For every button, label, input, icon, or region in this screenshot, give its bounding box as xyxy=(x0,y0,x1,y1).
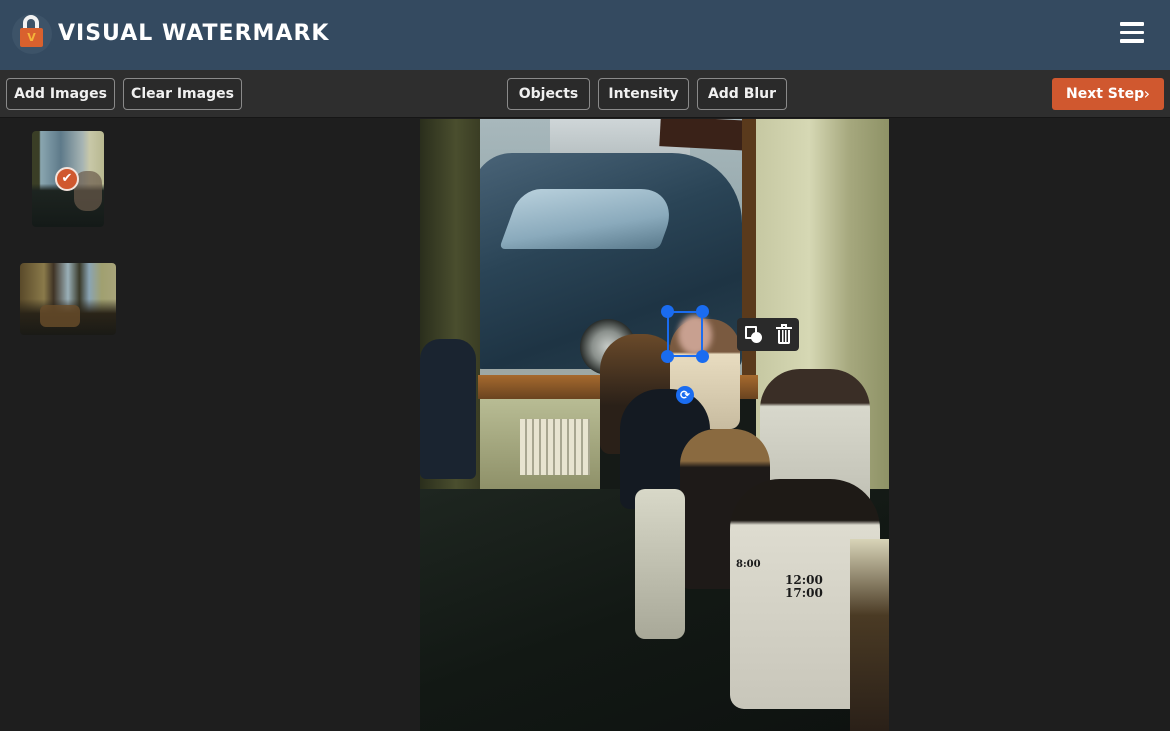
add-images-button[interactable]: Add Images xyxy=(6,78,115,110)
padlock-body: V xyxy=(20,28,43,47)
next-step-button[interactable]: Next Step › xyxy=(1052,78,1164,110)
photo-jacket xyxy=(635,489,685,639)
resize-handle-top-right[interactable] xyxy=(696,305,709,318)
photo-car-windshield xyxy=(499,189,681,249)
image-thumbnail[interactable] xyxy=(20,263,116,335)
shirt-line: 17:00 xyxy=(785,586,823,600)
chevron-right-icon: › xyxy=(1143,84,1150,103)
rotate-icon[interactable]: ⟳ xyxy=(676,386,694,404)
trash-icon[interactable] xyxy=(768,318,799,351)
photo-hanging-coat xyxy=(420,339,476,479)
intensity-button[interactable]: Intensity xyxy=(598,78,689,110)
padlock-logo-icon: V xyxy=(12,14,52,54)
clear-images-button[interactable]: Clear Images xyxy=(123,78,242,110)
thumbnail-content xyxy=(40,305,80,327)
menu-line xyxy=(1120,39,1144,43)
menu-line xyxy=(1120,22,1144,26)
resize-handle-bottom-right[interactable] xyxy=(696,350,709,363)
resize-handle-top-left[interactable] xyxy=(661,305,674,318)
photo-shirt-text: 8:00 xyxy=(736,559,761,570)
next-step-label: Next Step xyxy=(1066,86,1145,102)
toolbar: Add Images Clear Images Objects Intensit… xyxy=(0,70,1170,118)
image-thumbnail-selected[interactable]: ✔ xyxy=(32,131,104,227)
checkmark-icon: ✔ xyxy=(55,167,79,191)
resize-handle-bottom-left[interactable] xyxy=(661,350,674,363)
hamburger-menu-icon[interactable] xyxy=(1119,22,1145,44)
objects-button[interactable]: Objects xyxy=(507,78,590,110)
circle-shape xyxy=(751,332,762,343)
app-brand-title: VISUAL WATERMARK xyxy=(58,21,330,46)
photo-radiator xyxy=(520,419,590,475)
app-header: V VISUAL WATERMARK xyxy=(0,0,1170,70)
menu-line xyxy=(1120,30,1144,34)
photo-canvas[interactable]: 8:00 12:00 17:00 xyxy=(420,119,889,731)
trash-can xyxy=(778,330,790,344)
photo-table xyxy=(850,539,889,731)
shape-toggle-icon[interactable] xyxy=(737,318,768,351)
blur-selection-box[interactable] xyxy=(667,311,703,357)
selection-context-menu xyxy=(737,318,799,351)
photo-shirt-text: 12:00 17:00 xyxy=(785,574,823,600)
add-blur-button[interactable]: Add Blur xyxy=(697,78,787,110)
trash-lid xyxy=(776,327,792,329)
